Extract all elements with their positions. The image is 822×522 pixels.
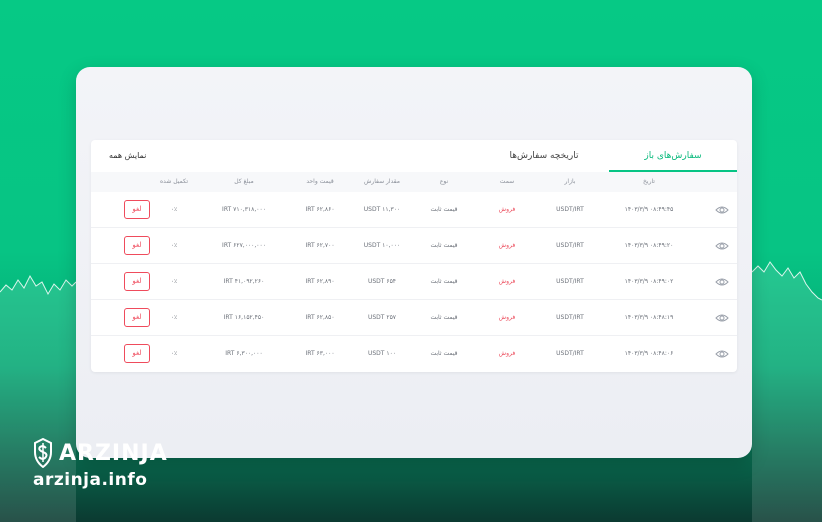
order-total: IRT ۶۲۷,۰۰۰,۰۰۰ — [222, 242, 266, 249]
order-amount: USDT ۱۰,۰۰۰ — [363, 242, 401, 249]
order-side: فروش — [498, 314, 516, 321]
order-unit-price: IRT ۶۲,۸۵۰ — [305, 314, 335, 321]
order-filled: ۰٪ — [170, 278, 178, 285]
table-row: ۱۴۰۳/۳/۹ ۰۸:۴۸:۱۹ USDT/IRT فروش قیمت ثاب… — [91, 300, 737, 336]
order-unit-price: IRT ۶۳,۰۰۰ — [305, 350, 335, 357]
order-side: فروش — [498, 350, 516, 357]
cancel-order-button[interactable]: لغو — [124, 344, 150, 363]
order-type: قیمت ثابت — [430, 206, 458, 213]
table-row: ۱۴۰۳/۳/۹ ۰۸:۴۹:۴۵ USDT/IRT فروش قیمت ثاب… — [91, 192, 737, 228]
order-date: ۱۴۰۳/۳/۹ ۰۸:۴۹:۰۲ — [624, 278, 674, 285]
show-all-link[interactable]: نمایش همه — [109, 140, 146, 172]
order-amount: USDT ۱۰۰ — [367, 350, 397, 357]
cancel-order-button[interactable]: لغو — [124, 272, 150, 291]
column-header-date: تاریخ — [643, 178, 655, 185]
order-date: ۱۴۰۳/۳/۹ ۰۸:۴۸:۱۹ — [624, 314, 674, 321]
column-header-order-amount: مقدار سفارش — [364, 178, 400, 185]
order-type: قیمت ثابت — [430, 314, 458, 321]
order-type: قیمت ثابت — [430, 242, 458, 249]
order-market: USDT/IRT — [556, 314, 584, 321]
order-tabs: سفارش‌های باز تاریخچه سفارش‌ها — [91, 140, 737, 172]
order-market: USDT/IRT — [556, 206, 584, 213]
order-date: ۱۴۰۳/۳/۹ ۰۸:۴۸:۰۶ — [624, 350, 674, 357]
eye-icon[interactable] — [715, 240, 729, 252]
eye-icon[interactable] — [715, 276, 729, 288]
column-header-type: نوع — [439, 178, 449, 185]
order-unit-price: IRT ۶۲,۸۶۰ — [305, 206, 335, 213]
orders-panel: سفارش‌های باز تاریخچه سفارش‌ها نمایش همه… — [91, 140, 737, 372]
brand-url: arzinja.info — [33, 470, 148, 490]
order-side: فروش — [498, 242, 516, 249]
order-type: قیمت ثابت — [430, 350, 458, 357]
column-header-market: بازار — [564, 178, 576, 185]
order-total: IRT ۶,۳۰۰,۰۰۰ — [225, 350, 263, 357]
order-unit-price: IRT ۶۲,۸۹۰ — [305, 278, 335, 285]
order-type: قیمت ثابت — [430, 278, 458, 285]
table-header: تاریخ بازار سمت نوع مقدار سفارش قیمت واح… — [91, 172, 737, 192]
order-market: USDT/IRT — [556, 350, 584, 357]
order-side: فروش — [498, 278, 516, 285]
order-amount: USDT ۱۱,۳۰۰ — [363, 206, 401, 213]
column-header-side: سمت — [499, 178, 515, 185]
order-total: IRT ۴۱,۰۹۲,۲۶۰ — [223, 278, 265, 285]
order-total: IRT ۱۶,۱۵۲,۴۵۰ — [223, 314, 265, 321]
order-unit-price: IRT ۶۲,۷۰۰ — [305, 242, 335, 249]
cancel-order-button[interactable]: لغو — [124, 308, 150, 327]
column-header-total: مبلغ کل — [234, 178, 254, 185]
table-row: ۱۴۰۳/۳/۹ ۰۸:۴۹:۲۰ USDT/IRT فروش قیمت ثاب… — [91, 228, 737, 264]
order-amount: USDT ۶۵۴ — [367, 278, 397, 285]
table-row: ۱۴۰۳/۳/۹ ۰۸:۴۸:۰۶ USDT/IRT فروش قیمت ثاب… — [91, 336, 737, 372]
order-market: USDT/IRT — [556, 242, 584, 249]
order-date: ۱۴۰۳/۳/۹ ۰۸:۴۹:۴۵ — [624, 206, 674, 213]
orders-card: سفارش‌های باز تاریخچه سفارش‌ها نمایش همه… — [76, 67, 752, 458]
arzinja-logo-icon — [34, 438, 52, 468]
column-header-filled: تکمیل شده — [159, 178, 189, 185]
order-filled: ۰٪ — [170, 314, 178, 321]
order-total: IRT ۷۱۰,۳۱۸,۰۰۰ — [222, 206, 266, 213]
brand-name: ARZINJA — [59, 440, 168, 466]
order-date: ۱۴۰۳/۳/۹ ۰۸:۴۹:۲۰ — [624, 242, 674, 249]
table-row: ۱۴۰۳/۳/۹ ۰۸:۴۹:۰۲ USDT/IRT فروش قیمت ثاب… — [91, 264, 737, 300]
tab-order-history[interactable]: تاریخچه سفارش‌ها — [479, 140, 609, 172]
tab-open-orders[interactable]: سفارش‌های باز — [609, 140, 737, 172]
eye-icon[interactable] — [715, 348, 729, 360]
cancel-order-button[interactable]: لغو — [124, 200, 150, 219]
order-market: USDT/IRT — [556, 278, 584, 285]
order-filled: ۰٪ — [170, 350, 178, 357]
eye-icon[interactable] — [715, 204, 729, 216]
order-filled: ۰٪ — [170, 242, 178, 249]
brand-watermark: ARZINJA arzinja.info — [33, 438, 168, 490]
order-filled: ۰٪ — [170, 206, 178, 213]
column-header-unit-price: قیمت واحد — [306, 178, 334, 185]
order-amount: USDT ۲۵۷ — [367, 314, 397, 321]
eye-icon[interactable] — [715, 312, 729, 324]
cancel-order-button[interactable]: لغو — [124, 236, 150, 255]
order-side: فروش — [498, 206, 516, 213]
